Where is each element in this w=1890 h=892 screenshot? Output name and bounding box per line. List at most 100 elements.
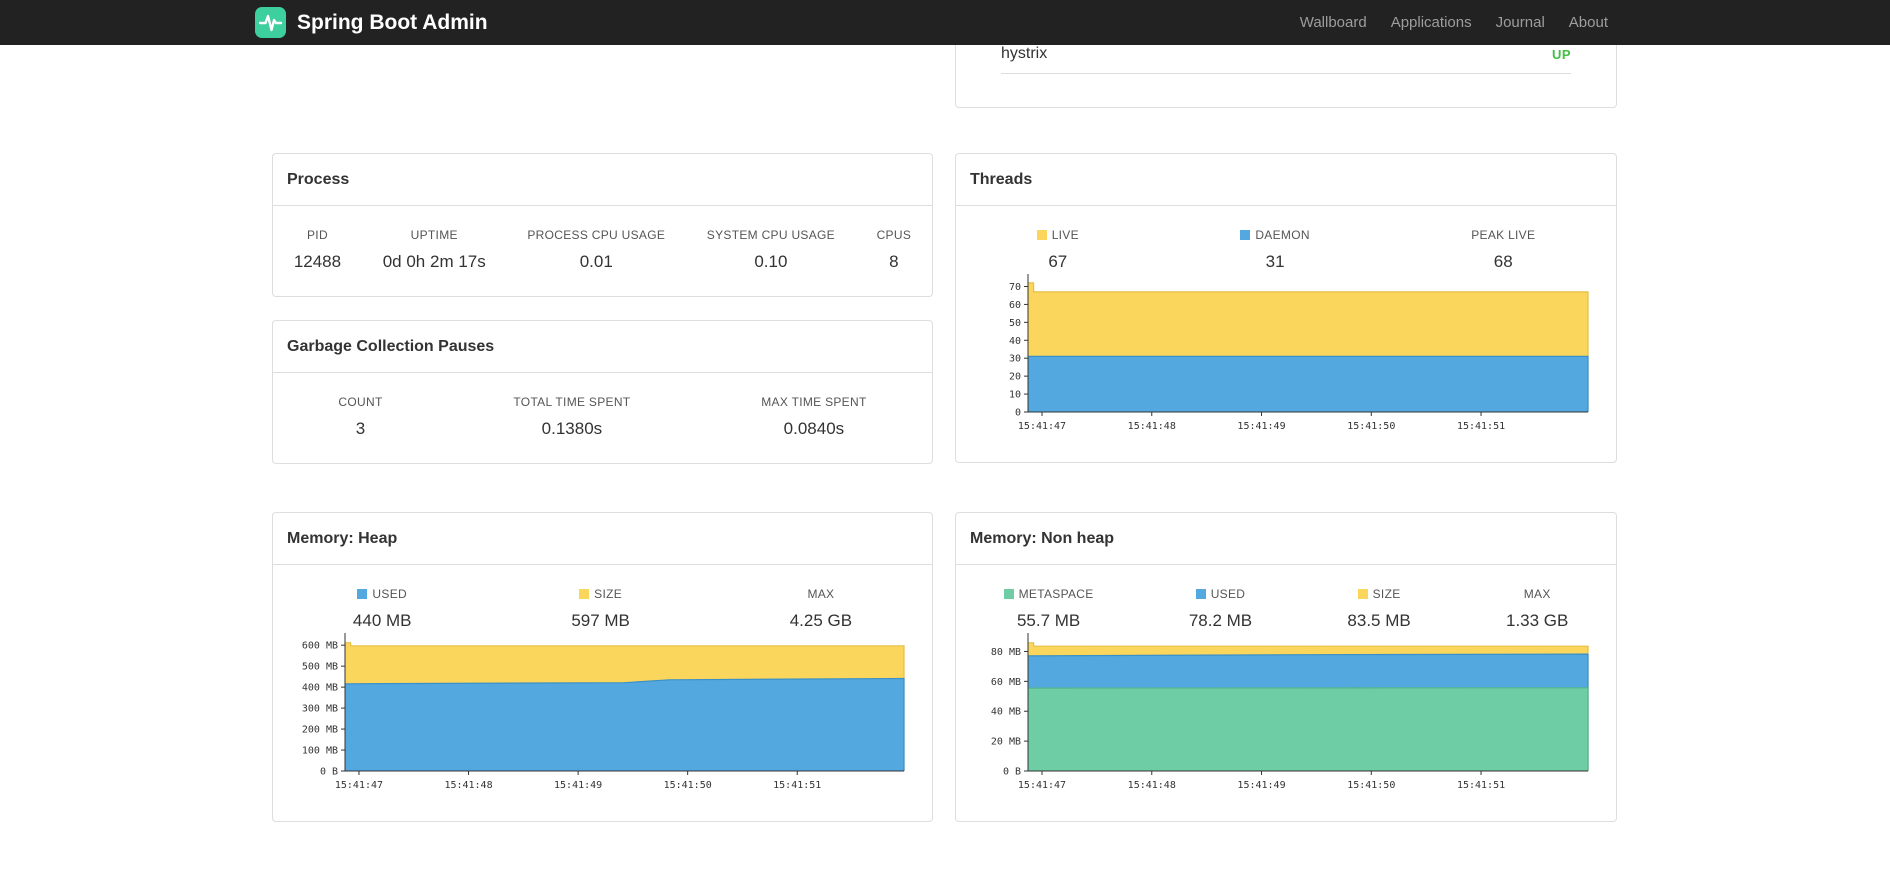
svg-text:200 MB: 200 MB: [302, 725, 338, 736]
legend-label: USED: [353, 587, 412, 601]
legend-live: LIVE 67: [1036, 228, 1079, 272]
nav-links: Wallboard Applications Journal About: [1288, 14, 1620, 31]
nav-link-journal[interactable]: Journal: [1484, 14, 1557, 31]
legend-label: SIZE: [1347, 587, 1410, 601]
threads-chart: 0 10 20 30 40 50 60 70 15:41:47 15:41:48 15:41:49 1…: [956, 269, 1616, 464]
metric-label: SYSTEM CPU USAGE: [706, 228, 835, 242]
svg-text:40 MB: 40 MB: [991, 707, 1021, 718]
legend-max: MAX 4.25 GB: [790, 587, 852, 631]
metric-pid: PID 12488: [294, 228, 341, 272]
legend-swatch-size-icon: [1357, 589, 1368, 599]
legend-swatch-used-icon: [357, 589, 368, 599]
metric-value: 12488: [293, 252, 342, 271]
spring-boot-admin-logo-icon: [255, 7, 286, 38]
metric-gc-count: COUNT 3: [338, 395, 382, 439]
threads-legend: LIVE 67 DAEMON 31 PEAK LIVE 68: [956, 206, 1616, 272]
panel-title: Process: [273, 154, 932, 206]
svg-text:30: 30: [1009, 354, 1021, 365]
legend-label: MAX: [807, 587, 835, 601]
svg-text:0: 0: [1015, 408, 1021, 419]
svg-text:500 MB: 500 MB: [302, 662, 338, 673]
svg-text:15:41:48: 15:41:48: [1128, 421, 1176, 432]
heap-chart: 0 B 100 MB 200 MB 300 MB 400 MB 500 MB 600 MB 1…: [273, 628, 932, 823]
process-panel: Process PID 12488 UPTIME 0d 0h 2m 17s PR…: [272, 153, 933, 297]
svg-text:70: 70: [1009, 282, 1021, 293]
metric-label: CPUS: [876, 228, 912, 242]
legend-label: SIZE: [571, 587, 630, 601]
metric-value: 0.0840s: [783, 419, 845, 438]
top-navbar: Spring Boot Admin Wallboard Applications…: [0, 0, 1890, 45]
legend-max: MAX 1.33 GB: [1506, 587, 1568, 631]
svg-text:15:41:48: 15:41:48: [1128, 780, 1176, 791]
legend-peak-live: PEAK LIVE 68: [1471, 228, 1535, 272]
svg-text:15:41:51: 15:41:51: [1457, 421, 1505, 432]
svg-text:400 MB: 400 MB: [302, 683, 338, 694]
svg-text:15:41:49: 15:41:49: [1237, 780, 1285, 791]
svg-text:15:41:48: 15:41:48: [444, 780, 492, 791]
svg-text:0 B: 0 B: [1003, 767, 1021, 778]
legend-label: PEAK LIVE: [1471, 228, 1536, 242]
metric-label: UPTIME: [410, 228, 458, 242]
metric-label: TOTAL TIME SPENT: [513, 395, 631, 409]
svg-text:15:41:49: 15:41:49: [554, 780, 602, 791]
legend-swatch-daemon-icon: [1240, 230, 1251, 240]
legend-swatch-live-icon: [1036, 230, 1047, 240]
brand[interactable]: Spring Boot Admin: [255, 7, 488, 38]
svg-text:15:41:49: 15:41:49: [1237, 421, 1285, 432]
metric-process-cpu: PROCESS CPU USAGE 0.01: [527, 228, 665, 272]
legend-swatch-metaspace-icon: [1003, 589, 1014, 599]
legend-used: USED 78.2 MB: [1189, 587, 1252, 631]
legend-daemon: DAEMON 31: [1240, 228, 1310, 272]
metric-gc-total-time: TOTAL TIME SPENT 0.1380s: [513, 395, 630, 439]
service-name: hystrix: [1001, 45, 1048, 62]
svg-text:15:41:47: 15:41:47: [1018, 421, 1066, 432]
svg-text:60 MB: 60 MB: [991, 677, 1021, 688]
legend-swatch-size-icon: [579, 589, 590, 599]
metric-value: 0.10: [754, 252, 788, 271]
metric-gc-max-time: MAX TIME SPENT 0.0840s: [761, 395, 866, 439]
svg-text:15:41:50: 15:41:50: [1347, 780, 1395, 791]
legend-used: USED 440 MB: [353, 587, 412, 631]
svg-text:20 MB: 20 MB: [991, 737, 1021, 748]
legend-size: SIZE 83.5 MB: [1347, 587, 1410, 631]
panel-title: Threads: [956, 154, 1616, 206]
threads-panel: Threads LIVE 67 DAEMON 31 PEAK LIVE 68 0…: [955, 153, 1617, 463]
metric-label: MAX TIME SPENT: [761, 395, 867, 409]
legend-label: DAEMON: [1240, 228, 1310, 242]
details-page: hystrix UP Process PID 12488 UPTIME 0d 0…: [272, 0, 1618, 892]
legend-metaspace: METASPACE 55.7 MB: [1003, 587, 1094, 631]
metric-cpus: CPUS 8: [877, 228, 912, 272]
panel-title: Garbage Collection Pauses: [273, 321, 932, 373]
memory-heap-panel: Memory: Heap USED 440 MB SIZE 597 MB MAX…: [272, 512, 933, 822]
metric-label: PID: [307, 228, 328, 242]
metric-uptime: UPTIME 0d 0h 2m 17s: [383, 228, 486, 272]
svg-text:300 MB: 300 MB: [302, 704, 338, 715]
svg-text:40: 40: [1009, 336, 1021, 347]
gc-panel: Garbage Collection Pauses COUNT 3 TOTAL …: [272, 320, 933, 464]
legend-label: METASPACE: [1003, 587, 1094, 601]
gc-metrics: COUNT 3 TOTAL TIME SPENT 0.1380s MAX TIM…: [273, 373, 932, 439]
nav-link-wallboard[interactable]: Wallboard: [1288, 14, 1379, 31]
metric-label: PROCESS CPU USAGE: [527, 228, 666, 242]
legend-label: USED: [1189, 587, 1252, 601]
metric-value: 8: [889, 252, 899, 271]
metric-system-cpu: SYSTEM CPU USAGE 0.10: [707, 228, 835, 272]
metric-value: 0d 0h 2m 17s: [382, 252, 486, 271]
nonheap-legend: METASPACE 55.7 MB USED 78.2 MB SIZE 83.5…: [956, 565, 1616, 631]
panel-title: Memory: Heap: [273, 513, 932, 565]
brand-title: Spring Boot Admin: [297, 10, 488, 34]
metric-value: 3: [355, 419, 366, 438]
metric-value: 0.1380s: [541, 419, 603, 438]
heap-legend: USED 440 MB SIZE 597 MB MAX 4.25 GB: [273, 565, 932, 631]
nav-link-applications[interactable]: Applications: [1379, 14, 1484, 31]
svg-text:15:41:51: 15:41:51: [773, 780, 821, 791]
svg-text:100 MB: 100 MB: [302, 746, 338, 757]
status-badge: UP: [1551, 46, 1571, 62]
nonheap-chart: 0 B 20 MB 40 MB 60 MB 80 MB 15:41:47 15:41:48 1…: [956, 628, 1616, 823]
metric-label: COUNT: [338, 395, 383, 409]
svg-text:0 B: 0 B: [320, 767, 338, 778]
svg-text:15:41:47: 15:41:47: [1018, 780, 1066, 791]
svg-text:15:41:50: 15:41:50: [1347, 421, 1395, 432]
legend-label: MAX: [1523, 587, 1551, 601]
nav-link-about[interactable]: About: [1557, 14, 1620, 31]
